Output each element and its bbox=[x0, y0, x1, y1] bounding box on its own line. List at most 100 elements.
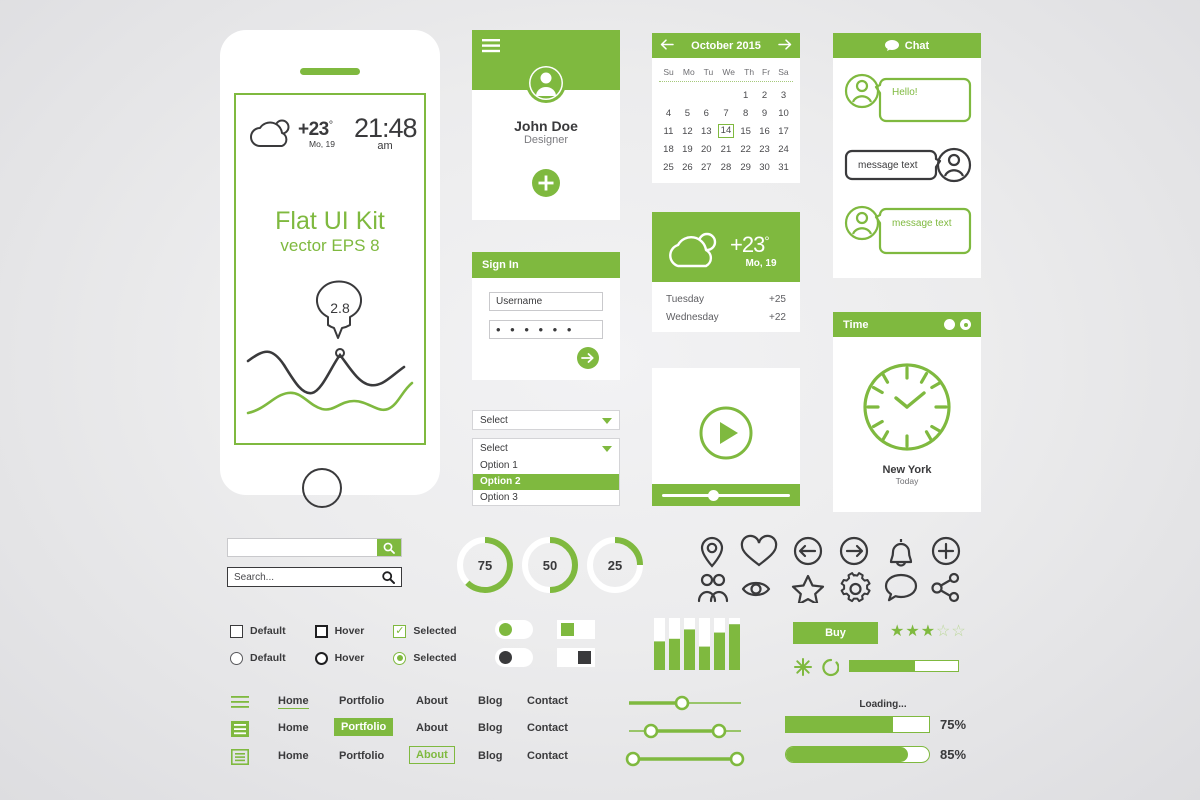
calendar-day[interactable]: 15 bbox=[736, 122, 755, 140]
nav-item-blog[interactable]: Blog bbox=[478, 695, 502, 707]
calendar-day[interactable]: 24 bbox=[774, 140, 793, 158]
nav-item-contact[interactable]: Contact bbox=[527, 722, 568, 734]
search-input-outline[interactable]: Search... bbox=[227, 567, 402, 587]
slider-range-full[interactable] bbox=[625, 751, 745, 767]
search-button[interactable] bbox=[377, 539, 401, 556]
calendar-day[interactable]: 5 bbox=[678, 104, 697, 122]
calendar-day[interactable]: 12 bbox=[678, 122, 697, 140]
nav-item-home[interactable]: Home bbox=[278, 722, 309, 734]
star-empty-icon[interactable]: ☆ bbox=[951, 624, 965, 640]
hamburger-lines-icon[interactable] bbox=[231, 696, 249, 715]
heart-icon[interactable] bbox=[740, 534, 778, 567]
hamburger-boxed-icon[interactable] bbox=[231, 749, 249, 770]
eye-icon[interactable] bbox=[741, 581, 771, 597]
password-field[interactable]: • • • • • • bbox=[489, 320, 603, 339]
calendar-day[interactable]: 9 bbox=[755, 104, 774, 122]
select-option-2[interactable]: Option 2 bbox=[473, 474, 619, 490]
nav-item-home[interactable]: Home bbox=[278, 750, 309, 762]
calendar-day[interactable]: 29 bbox=[736, 158, 755, 176]
slider-single[interactable] bbox=[629, 695, 741, 711]
phone-home-button[interactable] bbox=[302, 468, 342, 508]
calendar-day[interactable]: 3 bbox=[774, 86, 793, 104]
toggle-rounded-off[interactable] bbox=[495, 648, 533, 667]
nav-item-portfolio[interactable]: Portfolio bbox=[334, 718, 394, 736]
play-button[interactable] bbox=[699, 406, 753, 465]
calendar-day[interactable]: 21 bbox=[716, 140, 736, 158]
calendar-day[interactable]: 16 bbox=[755, 122, 774, 140]
calendar-day[interactable]: 22 bbox=[736, 140, 755, 158]
star-icon[interactable] bbox=[791, 574, 825, 606]
calendar-day[interactable]: 10 bbox=[774, 104, 793, 122]
calendar-day[interactable]: 1 bbox=[736, 86, 755, 104]
select-collapsed[interactable]: Select bbox=[472, 410, 620, 430]
calendar-next-button[interactable] bbox=[778, 38, 792, 53]
hamburger-filled-icon[interactable] bbox=[231, 721, 249, 742]
radio-default[interactable] bbox=[230, 651, 243, 665]
calendar-day[interactable]: 25 bbox=[659, 158, 678, 176]
add-button[interactable] bbox=[532, 169, 560, 202]
plus-circle-icon[interactable] bbox=[931, 536, 961, 566]
player-seek-bar[interactable] bbox=[652, 484, 800, 506]
time-dot-ring[interactable] bbox=[960, 319, 971, 330]
calendar-day[interactable]: 17 bbox=[774, 122, 793, 140]
calendar-day-today[interactable]: 14 bbox=[716, 122, 736, 140]
calendar-day[interactable]: 4 bbox=[659, 104, 678, 122]
calendar-day[interactable]: 13 bbox=[697, 122, 716, 140]
arrow-left-circle-icon[interactable] bbox=[793, 536, 823, 566]
nav-item-about[interactable]: About bbox=[409, 746, 455, 764]
select-option-1[interactable]: Option 1 bbox=[473, 458, 619, 474]
speech-bubble-icon[interactable] bbox=[884, 573, 918, 602]
nav-item-contact[interactable]: Contact bbox=[527, 695, 568, 707]
radio-hover[interactable] bbox=[314, 651, 328, 665]
slider-range[interactable] bbox=[629, 723, 741, 739]
hamburger-icon[interactable] bbox=[482, 39, 500, 58]
radio-selected[interactable] bbox=[393, 651, 407, 665]
toggle-rounded-on[interactable] bbox=[495, 620, 533, 639]
checkbox-selected[interactable]: ✓ bbox=[393, 624, 407, 638]
calendar-day[interactable]: 2 bbox=[755, 86, 774, 104]
calendar-day[interactable]: 19 bbox=[678, 140, 697, 158]
toggle-square-on[interactable] bbox=[557, 620, 595, 639]
star-empty-icon[interactable]: ☆ bbox=[936, 624, 950, 640]
nav-item-blog[interactable]: Blog bbox=[478, 750, 502, 762]
calendar-prev-button[interactable] bbox=[660, 38, 674, 53]
select-expanded[interactable]: Select Option 1 Option 2 Option 3 bbox=[472, 438, 620, 506]
star-filled-icon[interactable]: ★ bbox=[890, 624, 904, 640]
users-icon[interactable] bbox=[697, 573, 729, 603]
bell-icon[interactable] bbox=[889, 539, 913, 567]
calendar-day[interactable]: 6 bbox=[697, 104, 716, 122]
calendar-day[interactable]: 27 bbox=[697, 158, 716, 176]
search-input-filled[interactable] bbox=[227, 538, 402, 557]
star-rating[interactable]: ★ ★ ★ ☆ ☆ bbox=[890, 624, 966, 640]
nav-item-home[interactable]: Home bbox=[278, 695, 309, 709]
buy-button[interactable]: Buy bbox=[793, 622, 878, 644]
nav-item-portfolio[interactable]: Portfolio bbox=[339, 695, 384, 707]
nav-item-about[interactable]: About bbox=[416, 722, 448, 734]
star-filled-icon[interactable]: ★ bbox=[905, 624, 919, 640]
nav-item-blog[interactable]: Blog bbox=[478, 722, 502, 734]
toggle-square-off[interactable] bbox=[557, 648, 595, 667]
calendar-day[interactable]: 11 bbox=[659, 122, 678, 140]
time-dot-filled[interactable] bbox=[944, 319, 955, 330]
nav-item-contact[interactable]: Contact bbox=[527, 750, 568, 762]
nav-item-portfolio[interactable]: Portfolio bbox=[339, 750, 384, 762]
calendar-day[interactable]: 28 bbox=[716, 158, 736, 176]
calendar-day[interactable]: 23 bbox=[755, 140, 774, 158]
checkbox-hover[interactable] bbox=[314, 624, 328, 638]
search-icon[interactable] bbox=[382, 570, 395, 584]
arrow-right-circle-icon[interactable] bbox=[839, 536, 869, 566]
calendar-day[interactable]: 31 bbox=[774, 158, 793, 176]
nav-item-about[interactable]: About bbox=[416, 695, 448, 707]
calendar-day[interactable]: 26 bbox=[678, 158, 697, 176]
calendar-day[interactable]: 18 bbox=[659, 140, 678, 158]
signin-submit-button[interactable] bbox=[577, 347, 599, 374]
player-knob[interactable] bbox=[708, 489, 720, 501]
select-option-3[interactable]: Option 3 bbox=[473, 490, 619, 506]
username-field[interactable]: Username bbox=[489, 292, 603, 311]
calendar-day[interactable]: 7 bbox=[716, 104, 736, 122]
calendar-day[interactable]: 8 bbox=[736, 104, 755, 122]
checkbox-default[interactable] bbox=[230, 624, 243, 638]
share-icon[interactable] bbox=[931, 572, 960, 603]
gear-icon[interactable] bbox=[840, 572, 871, 603]
star-filled-icon[interactable]: ★ bbox=[921, 624, 935, 640]
